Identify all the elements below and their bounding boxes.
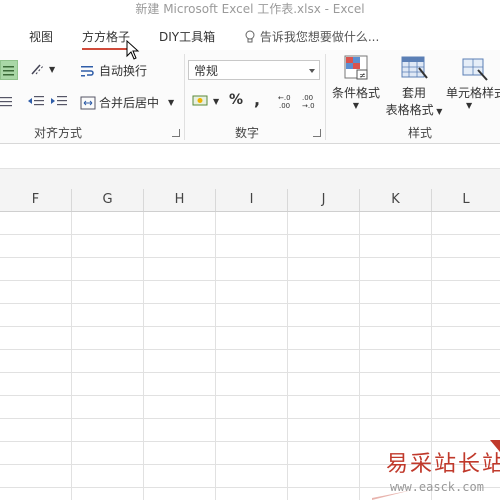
wrap-text-icon	[81, 65, 94, 76]
chevron-down-icon: ▼	[168, 98, 175, 107]
grid-line	[0, 303, 500, 304]
column-header-l[interactable]: L	[432, 189, 500, 211]
cell-styles-icon	[462, 58, 488, 81]
orientation-icon	[31, 64, 45, 75]
orientation-button[interactable]: ▼	[30, 62, 55, 76]
chevron-down-icon: ▼	[466, 101, 473, 110]
watermark-url: www.easck.com	[390, 480, 484, 494]
column-header-h[interactable]: H	[144, 189, 216, 211]
svg-text:≠: ≠	[359, 71, 366, 80]
grid-line	[287, 212, 288, 500]
svg-text:←.0: ←.0	[278, 94, 291, 102]
mouse-cursor-icon	[126, 40, 140, 60]
svg-text:.00: .00	[279, 102, 290, 110]
format-table-label-1: 套用	[401, 86, 426, 100]
accounting-icon	[192, 95, 208, 106]
number-format-select[interactable]: 常规	[188, 60, 320, 80]
align-center-icon	[3, 66, 14, 76]
wrap-text-label: 自动换行	[99, 64, 148, 78]
svg-text:→.0: →.0	[302, 102, 315, 110]
column-headers: F G H I J K L	[0, 189, 500, 212]
merge-center-icon	[80, 96, 96, 109]
format-table-label-2: 表格格式 ▼	[385, 103, 443, 117]
decrease-indent-button[interactable]	[27, 94, 45, 108]
column-header-k[interactable]: K	[360, 189, 432, 211]
increase-decimal-button[interactable]: ←.0 .00	[276, 92, 296, 110]
grid-line	[0, 257, 500, 258]
ribbon-tabs: 视图 方方格子 DIY工具箱 告诉我您想要做什么...	[0, 20, 500, 50]
decrease-indent-icon	[28, 96, 44, 106]
grid-line	[0, 326, 500, 327]
tab-diy-toolbox[interactable]: DIY工具箱	[159, 28, 215, 45]
grid-line	[0, 280, 500, 281]
conditional-format-label: 条件格式	[331, 86, 380, 100]
chevron-down-icon: ▼	[433, 107, 443, 116]
watermark: 易采站长站 www.easck.com	[372, 440, 500, 500]
chevron-down-icon: ▼	[213, 96, 220, 106]
merge-center-label: 合并后居中	[99, 96, 160, 110]
formula-bar[interactable]	[0, 144, 500, 169]
grid-line	[215, 212, 216, 500]
grid-line	[0, 349, 500, 350]
alignment-dialog-launcher-icon[interactable]	[172, 129, 180, 137]
number-group-label: 数字	[235, 126, 260, 140]
lightbulb-icon	[245, 30, 255, 43]
align-left-partial-button[interactable]	[0, 94, 14, 108]
increase-indent-button[interactable]	[50, 94, 68, 108]
cell-styles-button[interactable]: 单元格样式 ▼	[446, 54, 500, 110]
decrease-decimal-button[interactable]: .00 →.0	[300, 92, 320, 110]
merge-center-button[interactable]: 合并后居中 ▼	[80, 94, 174, 111]
svg-text:.00: .00	[302, 94, 313, 102]
increase-indent-icon	[51, 96, 67, 106]
alignment-group-label: 对齐方式	[34, 126, 83, 140]
format-as-table-button[interactable]: 套用 表格格式 ▼	[384, 54, 444, 118]
conditional-format-button[interactable]: ≠ 条件格式 ▼	[330, 54, 382, 110]
sheet-top-gap	[0, 169, 500, 189]
align-icon	[0, 97, 12, 107]
grid-line	[0, 418, 500, 419]
chevron-down-icon: ▼	[49, 64, 56, 74]
accounting-format-button[interactable]: ▼	[192, 94, 219, 108]
watermark-text: 易采站长站	[386, 452, 500, 477]
ribbon: ▼ 自动换行 合并后居中 ▼ 对齐方式 常规 ▼ % , ←.0 .00 .00…	[0, 50, 500, 144]
cell-styles-label: 单元格样式	[446, 86, 500, 100]
column-header-g[interactable]: G	[72, 189, 144, 211]
column-header-f[interactable]: F	[0, 189, 72, 211]
column-header-j[interactable]: J	[288, 189, 360, 211]
grid-line	[0, 372, 500, 373]
grid-line	[0, 395, 500, 396]
tab-view[interactable]: 视图	[29, 28, 53, 45]
increase-decimal-icon: ←.0 .00	[278, 94, 291, 110]
ribbon-separator	[184, 54, 185, 140]
column-header-i[interactable]: I	[216, 189, 288, 211]
conditional-format-icon: ≠	[344, 55, 368, 80]
tell-me-box[interactable]: 告诉我您想要做什么...	[244, 28, 379, 45]
styles-group-label: 样式	[408, 126, 433, 140]
wrap-text-button[interactable]: 自动换行	[80, 62, 147, 79]
format-table-icon	[401, 56, 428, 79]
window-title: 新建 Microsoft Excel 工作表.xlsx - Excel	[0, 0, 500, 20]
tab-fangfang-gezi[interactable]: 方方格子	[82, 28, 131, 50]
number-dialog-launcher-icon[interactable]	[313, 129, 321, 137]
grid-line	[71, 212, 72, 500]
chevron-down-icon	[309, 69, 315, 73]
chevron-down-icon: ▼	[352, 101, 360, 110]
align-green-button[interactable]	[0, 60, 18, 80]
grid-line	[143, 212, 144, 500]
comma-button[interactable]: ,	[254, 90, 260, 109]
ribbon-separator	[325, 54, 326, 140]
decrease-decimal-icon: .00 →.0	[302, 94, 315, 110]
grid-line	[0, 234, 500, 235]
grid-line	[359, 212, 360, 500]
percent-button[interactable]: %	[229, 92, 243, 108]
number-format-value: 常规	[194, 64, 219, 78]
tell-me-text: 告诉我您想要做什么...	[259, 30, 380, 44]
